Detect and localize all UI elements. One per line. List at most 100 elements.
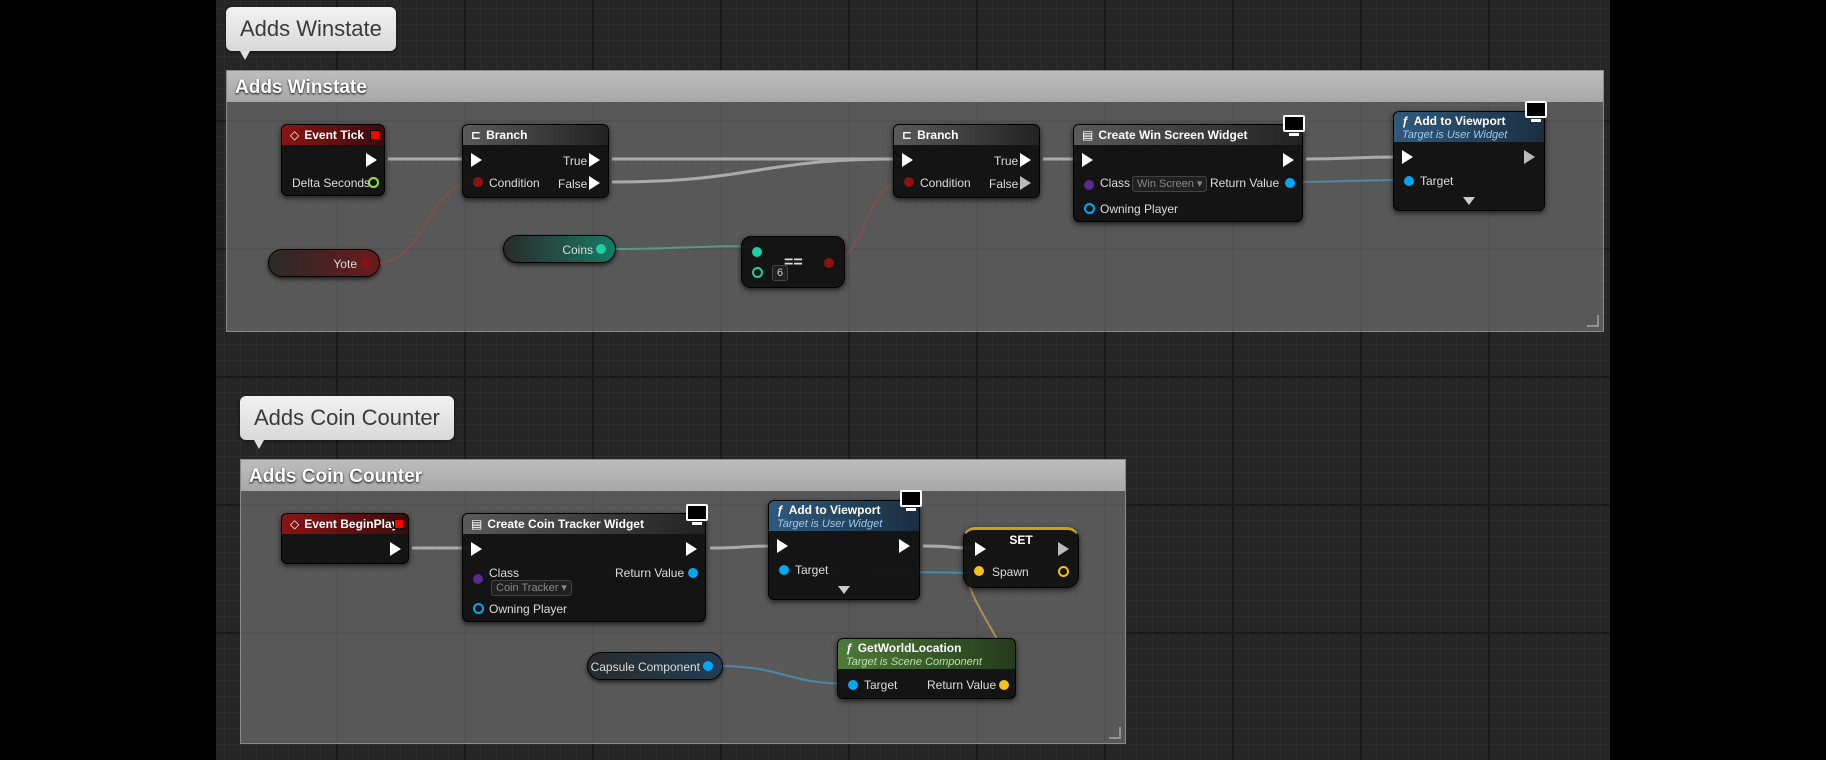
node-add-to-viewport-2[interactable]: ƒ Add to Viewport Target is User Widget Ta… [768,490,922,600]
return-value-pin[interactable] [999,680,1009,690]
node-set-spawn[interactable]: SET Spawn [963,527,1079,588]
equal-out-pin[interactable] [824,258,834,268]
condition-label: Condition [489,176,540,190]
exec-out-pin[interactable] [1058,542,1069,556]
target-label: Target [1420,174,1454,188]
comment-bubble-coin-counter[interactable]: Adds Coin Counter [240,396,454,449]
coins-out-pin[interactable] [596,244,606,254]
class-dropdown[interactable]: Coin Tracker ▾ [491,580,572,596]
exec-in-pin[interactable] [471,542,482,556]
branch-icon: ⊏ [902,128,913,142]
target-label: Target [864,678,898,692]
false-exec-pin[interactable] [589,176,600,190]
class-dropdown-value: Coin Tracker [496,582,559,594]
client-only-monitor-icon [1525,101,1547,122]
return-value-pin[interactable] [1285,178,1295,188]
owning-player-pin[interactable] [473,603,484,614]
return-value-label: Return Value [615,566,685,580]
delegate-pin-icon[interactable] [370,130,380,140]
comment-bubble-winstate[interactable]: Adds Winstate [226,7,396,60]
node-create-win-screen-widget[interactable]: ▤ Create Win Screen Widget Class Win Scre… [1073,115,1305,222]
node-add-to-viewport-1[interactable]: ƒ Add to Viewport Target is User Widget Ta… [1393,101,1547,211]
condition-pin[interactable] [473,177,483,187]
node-title: GetWorldLocation [857,641,962,655]
node-subtitle: Target is User Widget [777,518,883,530]
exec-in-pin[interactable] [1082,153,1093,167]
node-title: Branch [917,128,959,142]
function-icon: ƒ [846,641,853,655]
true-exec-pin[interactable] [589,153,600,167]
return-value-pin[interactable] [688,568,698,578]
true-label: True [563,154,588,168]
widget-icon: ▤ [471,517,483,531]
condition-label: Condition [920,176,971,190]
node-equal-integer[interactable]: == 6 [741,236,845,288]
resize-grip-icon[interactable] [1109,727,1121,739]
exec-out-pin[interactable] [899,539,910,553]
node-title: Add to Viewport [1413,114,1506,128]
spawn-label: Spawn [992,565,1029,579]
spawn-out-pin[interactable] [1058,566,1069,577]
false-label: False [558,177,588,191]
target-label: Target [795,563,829,577]
node-branch-1[interactable]: ⊏ Branch True Condition False [462,124,609,198]
class-label: Class [489,566,520,580]
graph-canvas[interactable]: Adds Winstate Adds Winstate Adds Coin Co… [216,0,1610,760]
node-create-coin-tracker-widget[interactable]: ▤ Create Coin Tracker Widget Class Coin T… [462,504,708,622]
client-only-monitor-icon [900,490,922,511]
node-title: Create Win Screen Widget [1098,128,1248,142]
class-pin[interactable] [1084,180,1094,190]
class-pin[interactable] [473,574,483,584]
owning-player-pin[interactable] [1084,203,1095,214]
event-diamond-icon: ◇ [290,128,300,142]
capsule-out-pin[interactable] [703,661,713,671]
integer-b-input[interactable]: 6 [772,265,789,281]
delta-seconds-label: Delta Seconds [292,176,371,190]
true-label: True [994,154,1019,168]
exec-in-pin[interactable] [975,542,986,556]
owning-player-label: Owning Player [1100,202,1179,216]
node-subtitle: Target is Scene Component [846,656,982,668]
spawn-in-pin[interactable] [974,566,984,576]
node-event-beginplay[interactable]: ◇ Event BeginPlay [281,513,409,564]
expand-arrow-icon[interactable] [838,586,850,594]
node-title: Event Tick [304,128,365,142]
exec-in-pin[interactable] [902,153,913,167]
node-branch-2[interactable]: ⊏ Branch True Condition False [893,124,1040,198]
integer-a-pin[interactable] [752,247,762,257]
target-pin[interactable] [1404,176,1414,186]
node-get-world-location[interactable]: ƒ GetWorldLocation Target is Scene Compone… [837,638,1016,699]
delta-seconds-pin[interactable] [368,177,379,188]
class-label: Class [1100,176,1131,190]
target-pin[interactable] [848,680,858,690]
comment-header-winstate[interactable]: Adds Winstate [227,71,1603,102]
exec-in-pin[interactable] [777,539,788,553]
comment-header-coin-counter[interactable]: Adds Coin Counter [241,460,1125,491]
exec-in-pin[interactable] [471,153,482,167]
class-dropdown[interactable]: Win Screen ▾ [1132,176,1208,192]
exec-out-pin[interactable] [1283,153,1294,167]
node-title: Branch [486,128,528,142]
integer-b-pin[interactable] [752,267,763,278]
exec-out-pin[interactable] [1524,150,1535,164]
false-exec-pin[interactable] [1020,176,1031,190]
target-pin[interactable] [779,565,789,575]
node-title: Add to Viewport [788,503,881,517]
node-subtitle: Target is User Widget [1402,129,1508,141]
node-event-tick[interactable]: ◇ Event Tick Delta Seconds [281,124,385,196]
delegate-pin-icon[interactable] [394,519,404,529]
yote-out-pin[interactable] [361,258,371,268]
exec-out-pin[interactable] [366,153,377,167]
return-value-label: Return Value [1210,176,1280,190]
exec-out-pin[interactable] [390,542,401,556]
branch-icon: ⊏ [471,128,482,142]
exec-in-pin[interactable] [1402,150,1413,164]
exec-out-pin[interactable] [686,542,697,556]
true-exec-pin[interactable] [1020,153,1031,167]
condition-pin[interactable] [904,177,914,187]
function-icon: ƒ [1402,114,1409,128]
event-diamond-icon: ◇ [290,517,300,531]
resize-grip-icon[interactable] [1587,315,1599,327]
expand-arrow-icon[interactable] [1463,197,1475,205]
function-icon: ƒ [777,503,784,517]
